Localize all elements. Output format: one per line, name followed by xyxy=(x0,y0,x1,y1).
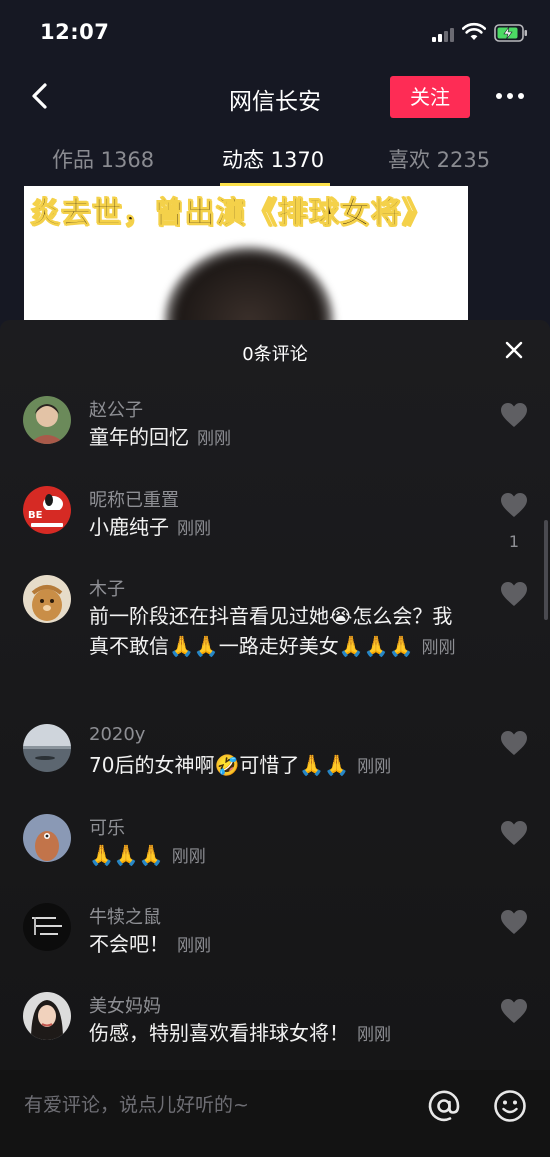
comments-sheet: 0条评论 赵公子 童年的回忆 刚刚 BE 昵称已重置 小鹿纯子 刚刚 1 木子 … xyxy=(0,320,550,1070)
avatar[interactable] xyxy=(23,992,71,1040)
comment-body: 前一阶段还在抖音看见过她😭怎么会？我真不敢信🙏🙏一路走好美女🙏🙏🙏 xyxy=(89,604,453,658)
avatar[interactable]: BE xyxy=(23,486,71,534)
status-time: 12:07 xyxy=(40,20,110,44)
heart-icon[interactable] xyxy=(500,492,528,518)
comment-text: 小鹿纯子 刚刚 xyxy=(89,512,469,544)
heart-icon[interactable] xyxy=(500,402,528,428)
comment-body: 70后的女神啊🤣可惜了🙏🙏 xyxy=(89,753,350,777)
heart-icon[interactable] xyxy=(500,998,528,1024)
comment-body: 不会吧！ xyxy=(89,932,169,956)
back-chevron-icon[interactable] xyxy=(24,80,56,112)
comment-time: 刚刚 xyxy=(197,429,231,449)
avatar[interactable] xyxy=(23,724,71,772)
comment-time: 刚刚 xyxy=(357,757,392,777)
comment-time: 刚刚 xyxy=(177,519,211,539)
comment-username[interactable]: 可乐 xyxy=(89,814,125,840)
more-dots-icon[interactable] xyxy=(494,88,526,104)
comment-input[interactable] xyxy=(24,1090,404,1120)
comment-username[interactable]: 昵称已重置 xyxy=(89,486,179,512)
comment-username[interactable]: 美女妈妈 xyxy=(89,992,161,1018)
comment-username[interactable]: 木子 xyxy=(89,575,125,601)
comment-text: 🙏🙏🙏 刚刚 xyxy=(89,840,469,872)
avatar[interactable] xyxy=(23,396,71,444)
heart-icon[interactable] xyxy=(500,581,528,607)
thumbnail-photo xyxy=(164,246,334,326)
battery-charging-icon xyxy=(494,24,527,42)
heart-icon[interactable] xyxy=(500,730,528,756)
scrollbar[interactable] xyxy=(544,520,548,620)
avatar[interactable] xyxy=(23,814,71,862)
smiley-icon[interactable] xyxy=(492,1088,528,1124)
comment-body: 童年的回忆 xyxy=(89,425,189,449)
comment-body: 🙏🙏🙏 xyxy=(89,843,164,867)
comment-body: 伤感，特别喜欢看排球女将！ xyxy=(89,1021,349,1045)
comment-time: 刚刚 xyxy=(421,638,456,658)
like-count: 1 xyxy=(508,532,520,551)
comment-body: 小鹿纯子 xyxy=(89,515,169,539)
at-icon[interactable] xyxy=(426,1088,462,1124)
comment-time: 刚刚 xyxy=(177,936,211,956)
comment-text: 前一阶段还在抖音看见过她😭怎么会？我真不敢信🙏🙏一路走好美女🙏🙏🙏 刚刚 xyxy=(89,601,469,663)
close-icon[interactable] xyxy=(502,338,526,362)
wifi-icon xyxy=(462,22,486,40)
svg-text:BE: BE xyxy=(28,510,43,521)
cellular-signal-icon xyxy=(432,26,456,42)
comment-time: 刚刚 xyxy=(171,847,206,867)
follow-button[interactable]: 关注 xyxy=(390,76,470,118)
comment-text: 不会吧！ 刚刚 xyxy=(89,929,469,961)
profile-header: 网信长安 关注 xyxy=(0,66,550,128)
comments-count-title: 0条评论 xyxy=(242,344,308,365)
comment-text: 童年的回忆 刚刚 xyxy=(89,422,469,454)
video-thumbnail[interactable]: 炎去世，曾出演《排球女将》 xyxy=(24,186,468,326)
comment-username[interactable]: 2020y xyxy=(89,724,145,745)
thumbnail-caption: 炎去世，曾出演《排球女将》 xyxy=(30,196,433,232)
comment-text: 伤感，特别喜欢看排球女将！ 刚刚 xyxy=(89,1018,469,1050)
tab-activity[interactable]: 动态 1370 xyxy=(222,144,324,174)
avatar[interactable] xyxy=(23,903,71,951)
comment-input-bar xyxy=(0,1070,550,1157)
status-bar: 12:07 xyxy=(0,0,550,66)
tab-likes[interactable]: 喜欢 2235 xyxy=(388,144,490,174)
heart-icon[interactable] xyxy=(500,909,528,935)
comment-text: 70后的女神啊🤣可惜了🙏🙏 刚刚 xyxy=(89,750,469,782)
profile-tabs: 作品 1368 动态 1370 喜欢 2235 xyxy=(0,128,550,186)
tab-works[interactable]: 作品 1368 xyxy=(52,144,154,174)
heart-icon[interactable] xyxy=(500,820,528,846)
comment-username[interactable]: 赵公子 xyxy=(89,396,143,422)
avatar[interactable] xyxy=(23,575,71,623)
comment-time: 刚刚 xyxy=(357,1025,391,1045)
comment-username[interactable]: 牛犊之鼠 xyxy=(89,903,161,929)
feed-background: 炎去世，曾出演《排球女将》 xyxy=(0,186,550,326)
